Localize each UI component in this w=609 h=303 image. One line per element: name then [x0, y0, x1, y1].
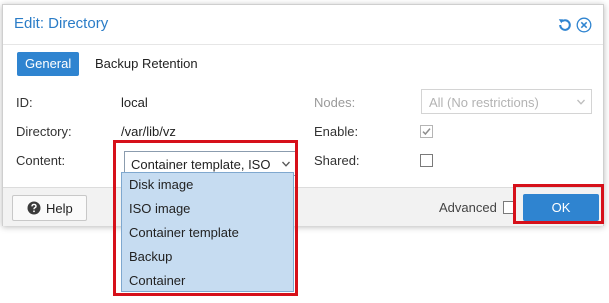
tab-general[interactable]: General [17, 52, 80, 76]
checkmark-icon [422, 128, 431, 136]
tab-bar: General Backup Retention [3, 45, 603, 83]
reset-icon[interactable] [557, 17, 573, 33]
chevron-down-icon[interactable] [281, 159, 291, 169]
directory-value: /var/lib/vz [121, 124, 176, 139]
advanced-checkbox[interactable] [503, 201, 516, 214]
question-circle-icon [27, 201, 41, 215]
shared-checkbox[interactable] [420, 154, 433, 167]
content-dropdown-list: Disk image ISO image Container template … [121, 172, 294, 292]
help-button-label: Help [46, 201, 73, 216]
dialog-footer: Help Advanced OK [3, 187, 603, 226]
tab-backup-retention[interactable]: Backup Retention [87, 52, 206, 76]
enable-label: Enable: [314, 124, 359, 139]
content-label: Content: [16, 153, 66, 168]
help-button[interactable]: Help [12, 195, 87, 221]
dropdown-option-container-template[interactable]: Container template [122, 221, 293, 245]
dialog-titlebar: Edit: Directory [3, 5, 603, 45]
dropdown-option-disk-image[interactable]: Disk image [122, 173, 293, 197]
dropdown-option-container[interactable]: Container [122, 269, 293, 293]
nodes-combobox-placeholder: All (No restrictions) [429, 95, 539, 110]
dropdown-option-backup[interactable]: Backup [122, 245, 293, 269]
nodes-combobox[interactable]: All (No restrictions) [421, 89, 592, 114]
ok-button[interactable]: OK [523, 194, 599, 221]
dialog-title: Edit: Directory [14, 15, 109, 32]
dropdown-option-iso-image[interactable]: ISO image [122, 197, 293, 221]
close-icon[interactable] [576, 17, 592, 33]
directory-label: Directory: [16, 124, 72, 139]
enable-checkbox[interactable] [420, 125, 433, 138]
nodes-label: Nodes: [314, 95, 356, 110]
edit-directory-dialog: Edit: Directory General Backup Retention… [2, 4, 604, 226]
shared-label: Shared: [314, 153, 360, 168]
id-value: local [121, 95, 148, 110]
content-combobox-value: Container template, ISO image, Disk imag… [131, 157, 273, 172]
id-label: ID: [16, 95, 33, 110]
chevron-down-icon[interactable] [576, 97, 586, 107]
advanced-label: Advanced [439, 200, 497, 215]
